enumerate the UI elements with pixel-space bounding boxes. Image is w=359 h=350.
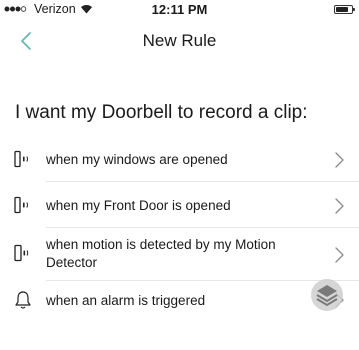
page-title: New Rule	[142, 31, 217, 50]
option-windows-opened[interactable]: when my windows are opened	[0, 143, 359, 177]
option-front-door-opened[interactable]: when my Front Door is opened	[0, 189, 359, 223]
option-label: when an alarm is triggered	[46, 293, 206, 308]
contact-sensor-icon	[14, 196, 28, 214]
bell-icon	[15, 291, 31, 309]
layers-icon	[311, 279, 343, 311]
option-label: when motion is detected by my Motion Det…	[46, 237, 276, 270]
chevron-right-icon	[335, 198, 344, 214]
motion-sensor-icon	[14, 244, 29, 262]
contact-sensor-icon	[14, 150, 28, 168]
status-time: 12:11 PM	[151, 2, 208, 17]
option-label: when my windows are opened	[46, 152, 228, 167]
chevron-right-icon	[335, 247, 344, 263]
option-alarm-triggered[interactable]: when an alarm is triggered	[0, 284, 359, 318]
divider	[46, 227, 359, 228]
rule-heading: I want my Doorbell to record a clip:	[15, 102, 308, 123]
option-motion-detected[interactable]: when motion is detected by my Motion Det…	[0, 233, 359, 277]
floating-action-button[interactable]	[310, 278, 344, 312]
status-bar: Verizon 12:11 PM	[0, 0, 359, 20]
battery-icon	[334, 5, 355, 14]
option-label: when my Front Door is opened	[46, 198, 231, 213]
chevron-right-icon	[335, 152, 344, 168]
divider	[46, 181, 359, 182]
